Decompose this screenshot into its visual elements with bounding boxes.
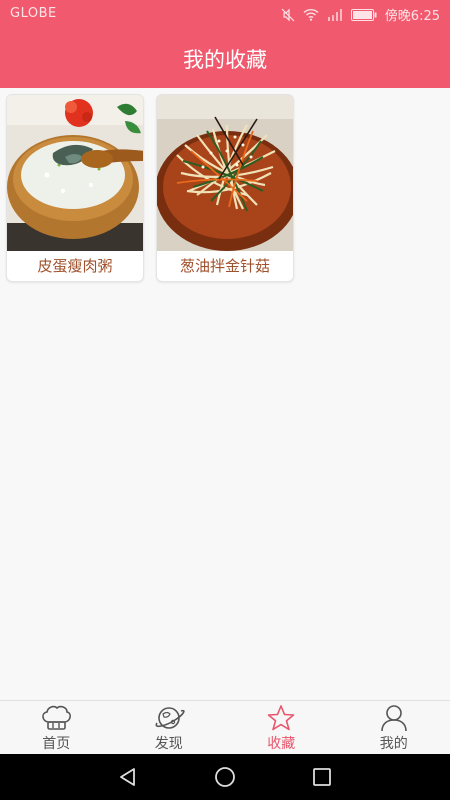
congee-photo [7, 95, 143, 251]
tab-label: 我的 [379, 736, 408, 752]
favorite-name: 葱油拌金针菇 [179, 257, 270, 275]
chef-hat-icon [39, 704, 73, 732]
bottom-tab-bar: 首页 发现 收藏 我的 [0, 700, 450, 754]
wifi-icon [303, 8, 319, 21]
carrier-name: GLOBE [10, 6, 57, 21]
home-icon[interactable] [214, 766, 236, 788]
tab-favorites[interactable]: 收藏 [225, 701, 338, 754]
status-bar: GLOBE 傍晚6:25 [0, 0, 450, 28]
status-icons: 傍晚6:25 [281, 5, 440, 24]
favorite-card-enoki[interactable]: 葱油拌金针菇 [156, 94, 294, 282]
tab-home[interactable]: 首页 [0, 701, 113, 754]
signal-icon [327, 8, 343, 21]
mute-icon [281, 8, 295, 22]
tab-profile[interactable]: 我的 [338, 701, 450, 754]
system-navigation-bar [0, 754, 450, 800]
tab-label: 收藏 [267, 736, 296, 752]
back-icon[interactable] [117, 766, 139, 788]
page-title: 我的收藏 [183, 48, 267, 72]
tab-label: 首页 [42, 736, 71, 752]
clock-time: 傍晚6:25 [384, 9, 440, 24]
favorites-grid: 皮蛋瘦肉粥 葱油拌金针菇 [0, 88, 450, 700]
favorite-card-congee[interactable]: 皮蛋瘦肉粥 [6, 94, 144, 282]
battery-icon [350, 8, 377, 21]
tab-label: 发现 [154, 736, 183, 752]
app-header: GLOBE 傍晚6:25 我的收藏 [0, 0, 450, 88]
enoki-mushroom-salad-photo [157, 95, 293, 251]
star-icon [264, 704, 298, 732]
planet-icon [152, 704, 186, 732]
recents-icon[interactable] [311, 766, 333, 788]
person-icon [377, 704, 411, 732]
tab-discover[interactable]: 发现 [113, 701, 226, 754]
favorite-name: 皮蛋瘦肉粥 [37, 257, 113, 275]
